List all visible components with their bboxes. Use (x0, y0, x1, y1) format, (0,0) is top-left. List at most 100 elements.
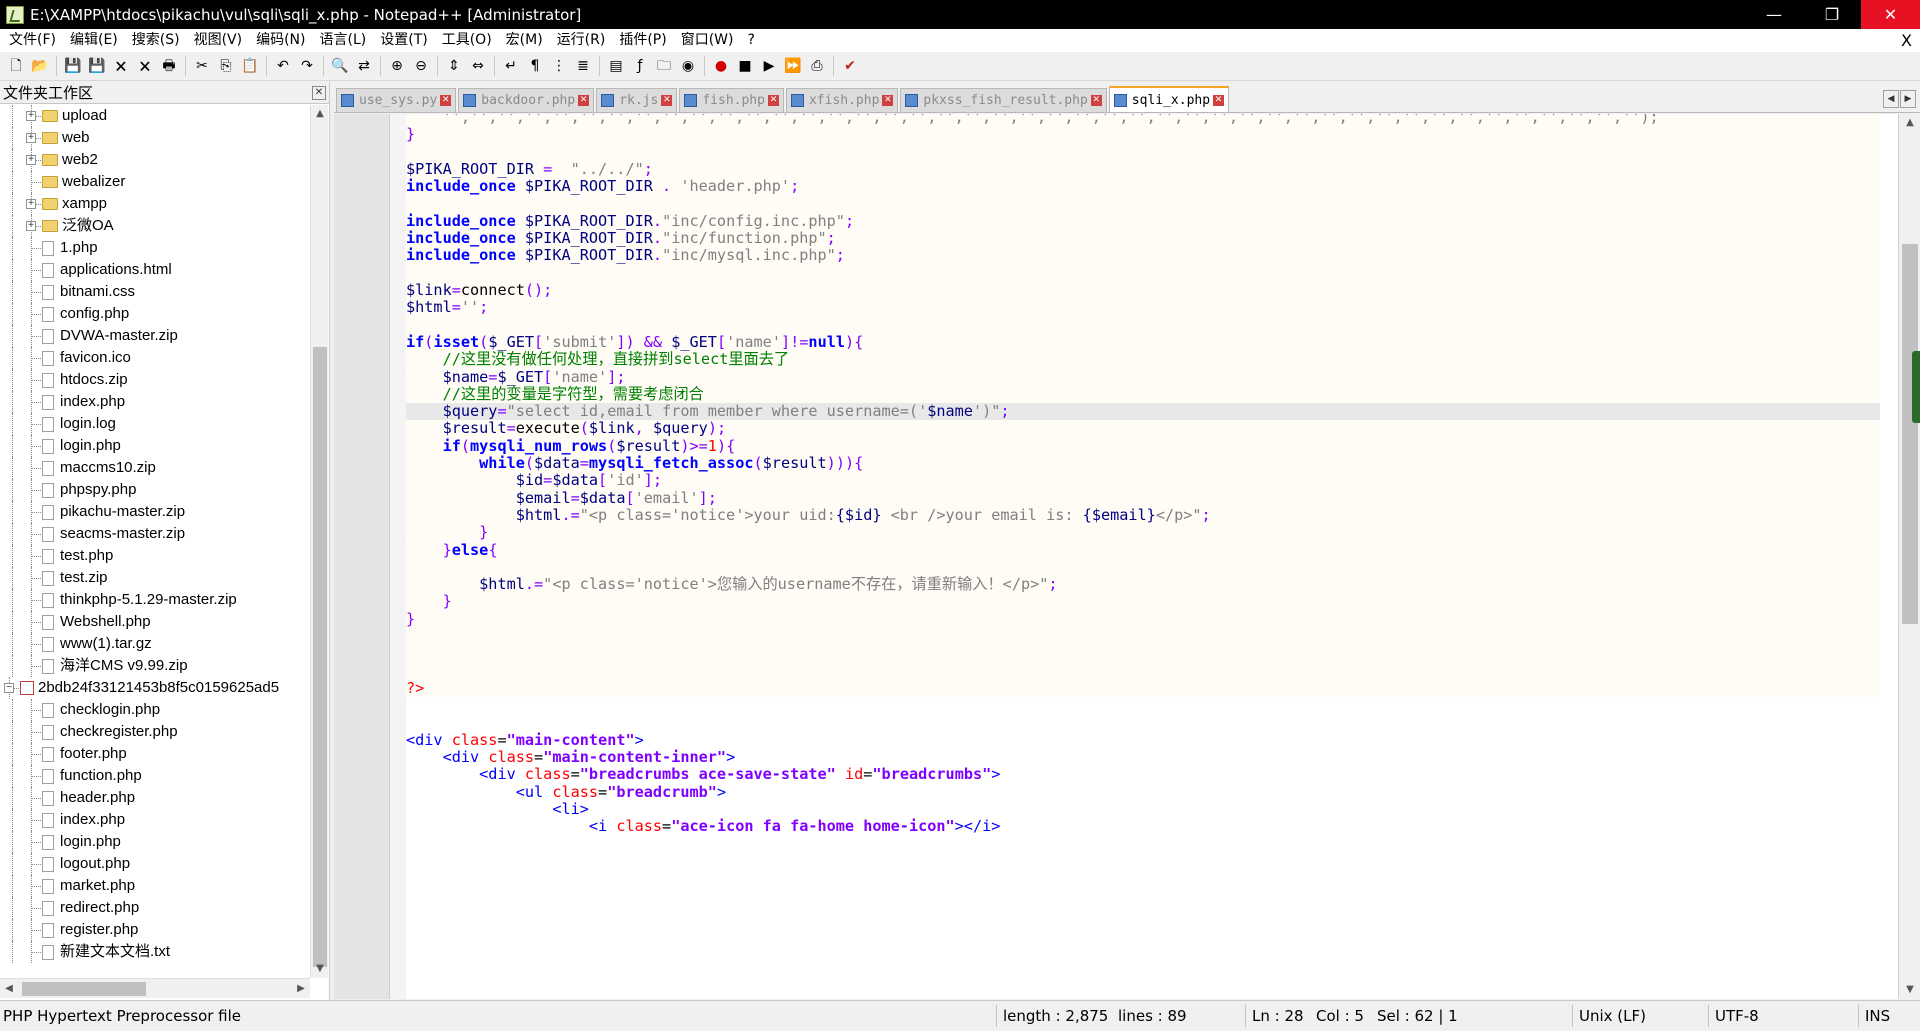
code-line[interactable]: 46 (406, 715, 1880, 732)
code-line[interactable]: 32 $id=$data['id']; (406, 472, 1880, 490)
lang-icon[interactable]: ≣ (573, 56, 593, 76)
scroll-down-arrow-icon[interactable]: ▼ (311, 960, 329, 978)
close-all-icon[interactable]: 🗙 (135, 56, 155, 76)
code-line[interactable]: 30− if(mysqli_num_rows($result)>=1){ (406, 437, 1880, 455)
tab-rk-js[interactable]: rk.js ✕ (596, 88, 678, 112)
maximize-button[interactable]: ❐ (1803, 0, 1861, 29)
tree-item[interactable]: footer.php (0, 743, 310, 765)
zoom-in-icon[interactable]: ⊕ (387, 56, 407, 76)
folder-workspace-icon[interactable]: 🗀 (654, 56, 674, 76)
code-line[interactable]: 24−if(isset($_GET['submit']) && $_GET['n… (406, 333, 1880, 352)
code-line[interactable]: 21$link=connect(); (406, 281, 1880, 300)
code-line[interactable]: 17include_once $PIKA_ROOT_DIR."inc/confi… (406, 212, 1880, 231)
tree-item[interactable]: market.php (0, 875, 310, 897)
code-line[interactable]: 26 $name=$_GET['name']; (406, 368, 1880, 386)
code-line[interactable]: 41 (406, 628, 1880, 646)
tree-item[interactable]: checklogin.php (0, 699, 310, 721)
code-line[interactable]: 28 $query="select id,email from member w… (406, 402, 1880, 421)
tree-item[interactable]: logout.php (0, 853, 310, 875)
tree-item[interactable]: test.php (0, 545, 310, 567)
code-line[interactable]: 27 //这里的变量是字符型，需要考虑闭合 (406, 385, 1880, 404)
menu-item-3[interactable]: 视图(V) (187, 29, 250, 52)
scroll-up-arrow-icon[interactable]: ▲ (311, 105, 329, 123)
status-encoding[interactable]: UTF-8 (1715, 1001, 1759, 1031)
code-line[interactable]: '','','','','','','','','','','','','','… (406, 114, 1880, 127)
code-line[interactable]: 38 $html.="<p class='notice'>您输入的usernam… (406, 575, 1880, 594)
code-line[interactable]: 43 (406, 662, 1880, 680)
undo-icon[interactable]: ↶ (273, 56, 293, 76)
close-icon[interactable]: 🗙 (111, 56, 131, 76)
tree-item[interactable]: + xampp (0, 193, 310, 215)
code-line[interactable]: 20 (406, 264, 1880, 282)
tree-item[interactable]: + 泛微OA (0, 215, 310, 237)
cut-icon[interactable]: ✂ (192, 56, 212, 76)
scroll-left-arrow-icon[interactable]: ◀ (0, 979, 18, 999)
doc-map-icon[interactable]: ▤ (606, 56, 626, 76)
spellcheck-icon[interactable]: ✔ (840, 56, 860, 76)
code-line[interactable]: 29 $result=execute($link, $query); (406, 420, 1880, 438)
editor-scroll-thumb[interactable] (1902, 244, 1918, 624)
tree-item[interactable]: index.php (0, 391, 310, 413)
menu-item-9[interactable]: 运行(R) (550, 29, 613, 52)
editor-vertical-scrollbar[interactable]: ▲ ▼ (1898, 114, 1920, 999)
expand-icon[interactable]: + (26, 221, 36, 231)
code-line[interactable]: 18include_once $PIKA_ROOT_DIR."inc/funct… (406, 229, 1880, 248)
tree-item[interactable]: login.php (0, 435, 310, 457)
find-icon[interactable]: 🔍 (330, 56, 350, 76)
menu-item-0[interactable]: 文件(F) (2, 29, 63, 52)
code-line[interactable]: 16 (406, 195, 1880, 213)
tree-horizontal-scrollbar[interactable]: ◀ ▶ (0, 978, 310, 998)
code-line[interactable]: 45 (406, 697, 1880, 714)
close-window-button[interactable]: ✕ (1861, 0, 1920, 29)
open-file-icon[interactable]: 📂 (30, 56, 50, 76)
tree-item[interactable]: applications.html (0, 259, 310, 281)
menu-item-4[interactable]: 编码(N) (249, 29, 312, 52)
expand-icon[interactable]: + (26, 111, 36, 121)
code-line[interactable]: 25 //这里没有做任何处理，直接拼到select里面去了 (406, 351, 1880, 369)
code-line[interactable]: 31− while($data=mysqli_fetch_assoc($resu… (406, 454, 1880, 473)
menu-item-7[interactable]: 工具(O) (435, 29, 499, 52)
tab-use_sys-py[interactable]: use_sys.py ✕ (336, 88, 457, 112)
code-line[interactable]: 13 (406, 143, 1880, 161)
code-line[interactable]: 23 (406, 316, 1880, 334)
tree-item[interactable]: phpspy.php (0, 479, 310, 501)
tab-close-icon[interactable]: ✕ (882, 95, 894, 106)
code-line[interactable]: 33 $email=$data['email']; (406, 489, 1880, 507)
tab-pkxss_fish_result-php[interactable]: pkxss_fish_result.php ✕ (900, 88, 1107, 112)
tab-close-icon[interactable]: ✕ (578, 95, 590, 106)
tab-close-icon[interactable]: ✕ (767, 95, 779, 106)
code-editor[interactable]: '','','','','','','','','','','','','','… (334, 114, 1920, 999)
code-line[interactable]: 40} (406, 610, 1880, 628)
code-line[interactable]: 50− <ul class="breadcrumb"> (406, 783, 1880, 801)
tree-item[interactable]: htdocs.zip (0, 369, 310, 391)
play-macro-icon[interactable]: ▶ (759, 56, 779, 76)
redo-icon[interactable]: ↷ (297, 56, 317, 76)
tree-item[interactable]: 新建文本文档.txt (0, 941, 310, 963)
tab-sqli_x-php[interactable]: sqli_x.php ✕ (1108, 86, 1230, 112)
run-macro-icon[interactable]: ⏩ (783, 56, 803, 76)
copy-icon[interactable]: ⎘ (216, 56, 236, 76)
tab-scroll-left-icon[interactable]: ◀ (1883, 90, 1899, 108)
tree-item[interactable]: pikachu-master.zip (0, 501, 310, 523)
tab-fish-php[interactable]: fish.php ✕ (679, 88, 784, 112)
save-icon[interactable]: 💾 (63, 56, 83, 76)
paste-icon[interactable]: 📋 (240, 56, 260, 76)
tree-item[interactable]: seacms-master.zip (0, 523, 310, 545)
tree-item[interactable]: DVWA-master.zip (0, 325, 310, 347)
code-line[interactable]: 36 }else{ (406, 541, 1880, 559)
function-list-icon[interactable]: ƒ (630, 56, 650, 76)
tree-item[interactable]: Webshell.php (0, 611, 310, 633)
code-line[interactable]: 22$html=''; (406, 299, 1880, 317)
save-all-icon[interactable]: 💾 (87, 56, 107, 76)
stop-macro-icon[interactable]: ■ (735, 56, 755, 76)
tree-item[interactable]: register.php (0, 919, 310, 941)
tree-item[interactable]: + web (0, 127, 310, 149)
indent-guide-icon[interactable]: ⋮ (549, 56, 569, 76)
scroll-down-arrow-icon[interactable]: ▼ (1899, 981, 1920, 999)
expand-icon[interactable]: + (26, 155, 36, 165)
code-line[interactable]: 12} (406, 126, 1880, 144)
tree-vertical-scrollbar[interactable]: ▲ ▼ (310, 105, 328, 978)
scroll-up-arrow-icon[interactable]: ▲ (1899, 114, 1920, 132)
code-line[interactable]: 49− <div class="breadcrumbs ace-save-sta… (406, 766, 1880, 783)
tree-item[interactable]: webalizer (0, 171, 310, 193)
